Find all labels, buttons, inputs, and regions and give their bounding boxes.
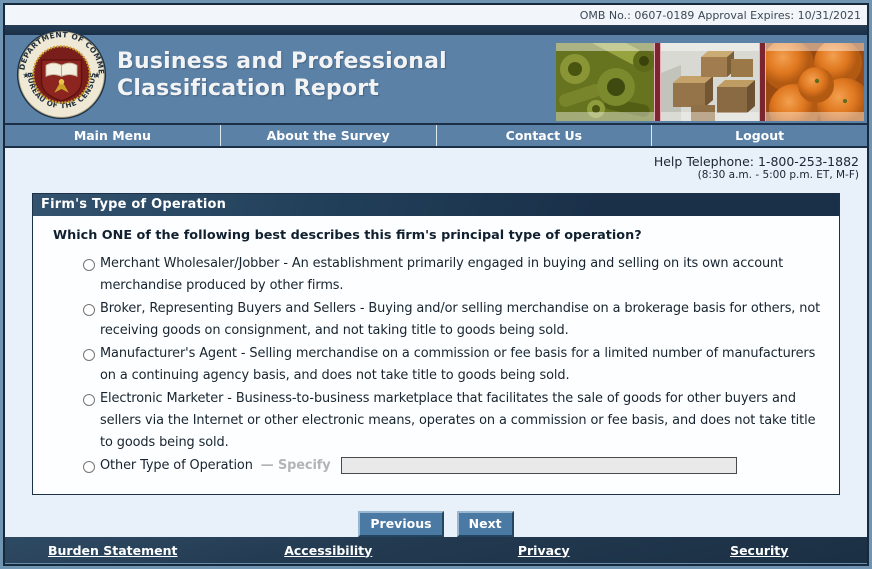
oranges-photo [766,43,864,121]
button-row: Previous Next [5,511,867,537]
nav-contact-us[interactable]: Contact Us [437,125,653,146]
option-label: Broker, Representing Buyers and Sellers … [100,298,829,342]
other-type-label: Other Type of Operation [100,458,253,473]
omb-notice: OMB No.: 0607-0189 Approval Expires: 10/… [580,9,861,22]
panel-title: Firm's Type of Operation [33,194,839,216]
photo-separator [654,43,661,121]
question-text: Which ONE of the following best describe… [53,228,829,243]
svg-text:★: ★ [93,70,100,80]
content-area: Help Telephone: 1-800-253-1882 (8:30 a.m… [5,148,867,537]
help-hours: (8:30 a.m. - 5:00 p.m. ET, M-F) [5,169,859,181]
option-label: Merchant Wholesaler/Jobber - An establis… [100,253,829,297]
machine-parts-photo [556,43,654,121]
firm-type-panel: Firm's Type of Operation Which ONE of th… [32,193,840,495]
help-telephone: Help Telephone: 1-800-253-1882 [5,154,859,169]
main-nav: Main Menu About the Survey Contact Us Lo… [5,123,867,148]
help-block: Help Telephone: 1-800-253-1882 (8:30 a.m… [5,148,867,181]
option-label: Other Type of Operation — Specify [100,455,737,477]
svg-text:★: ★ [22,70,29,80]
option-electronic-marketer[interactable]: Electronic Marketer - Business-to-busine… [83,388,829,454]
electronic-marketer-radio[interactable] [83,394,95,406]
photo-separator [759,43,766,121]
option-label: Electronic Marketer - Business-to-busine… [100,388,829,454]
option-merchant-wholesaler[interactable]: Merchant Wholesaler/Jobber - An establis… [83,253,829,297]
page-frame: OMB No.: 0607-0189 Approval Expires: 10/… [0,0,872,569]
nav-about-the-survey[interactable]: About the Survey [221,125,437,146]
broker-radio[interactable] [83,304,95,316]
footer-burden-statement-link[interactable]: Burden Statement [5,543,221,558]
shipping-boxes-photo [661,43,759,121]
footer: Burden Statement Accessibility Privacy S… [5,537,867,563]
app-title-line2: Classification Report [117,75,447,102]
omb-bar: OMB No.: 0607-0189 Approval Expires: 10/… [5,5,867,26]
previous-button[interactable]: Previous [358,511,443,537]
option-other-type[interactable]: Other Type of Operation — Specify [83,455,829,477]
nav-main-menu[interactable]: Main Menu [5,125,221,146]
specify-label: — Specify [261,458,331,473]
app-title: Business and Professional Classification… [117,48,447,102]
header-top-strip [5,26,867,35]
other-type-radio[interactable] [83,461,95,473]
bottom-strip [5,563,867,566]
footer-security-link[interactable]: Security [652,543,868,558]
manufacturers-agent-radio[interactable] [83,349,95,361]
option-label: Manufacturer's Agent - Selling merchandi… [100,343,829,387]
option-manufacturers-agent[interactable]: Manufacturer's Agent - Selling merchandi… [83,343,829,387]
specify-input[interactable] [341,457,737,474]
panel-body: Which ONE of the following best describe… [33,216,839,494]
app-title-line1: Business and Professional [117,48,447,75]
footer-privacy-link[interactable]: Privacy [436,543,652,558]
page: OMB No.: 0607-0189 Approval Expires: 10/… [3,3,869,566]
footer-accessibility-link[interactable]: Accessibility [221,543,437,558]
header: U.S. DEPARTMENT OF COMMERCE BUREAU OF TH… [5,26,867,123]
next-button[interactable]: Next [457,511,514,537]
merchant-wholesaler-radio[interactable] [83,259,95,271]
option-broker[interactable]: Broker, Representing Buyers and Sellers … [83,298,829,342]
header-photo-strip [556,43,864,121]
nav-logout[interactable]: Logout [652,125,867,146]
census-bureau-seal-logo: U.S. DEPARTMENT OF COMMERCE BUREAU OF TH… [16,29,107,120]
